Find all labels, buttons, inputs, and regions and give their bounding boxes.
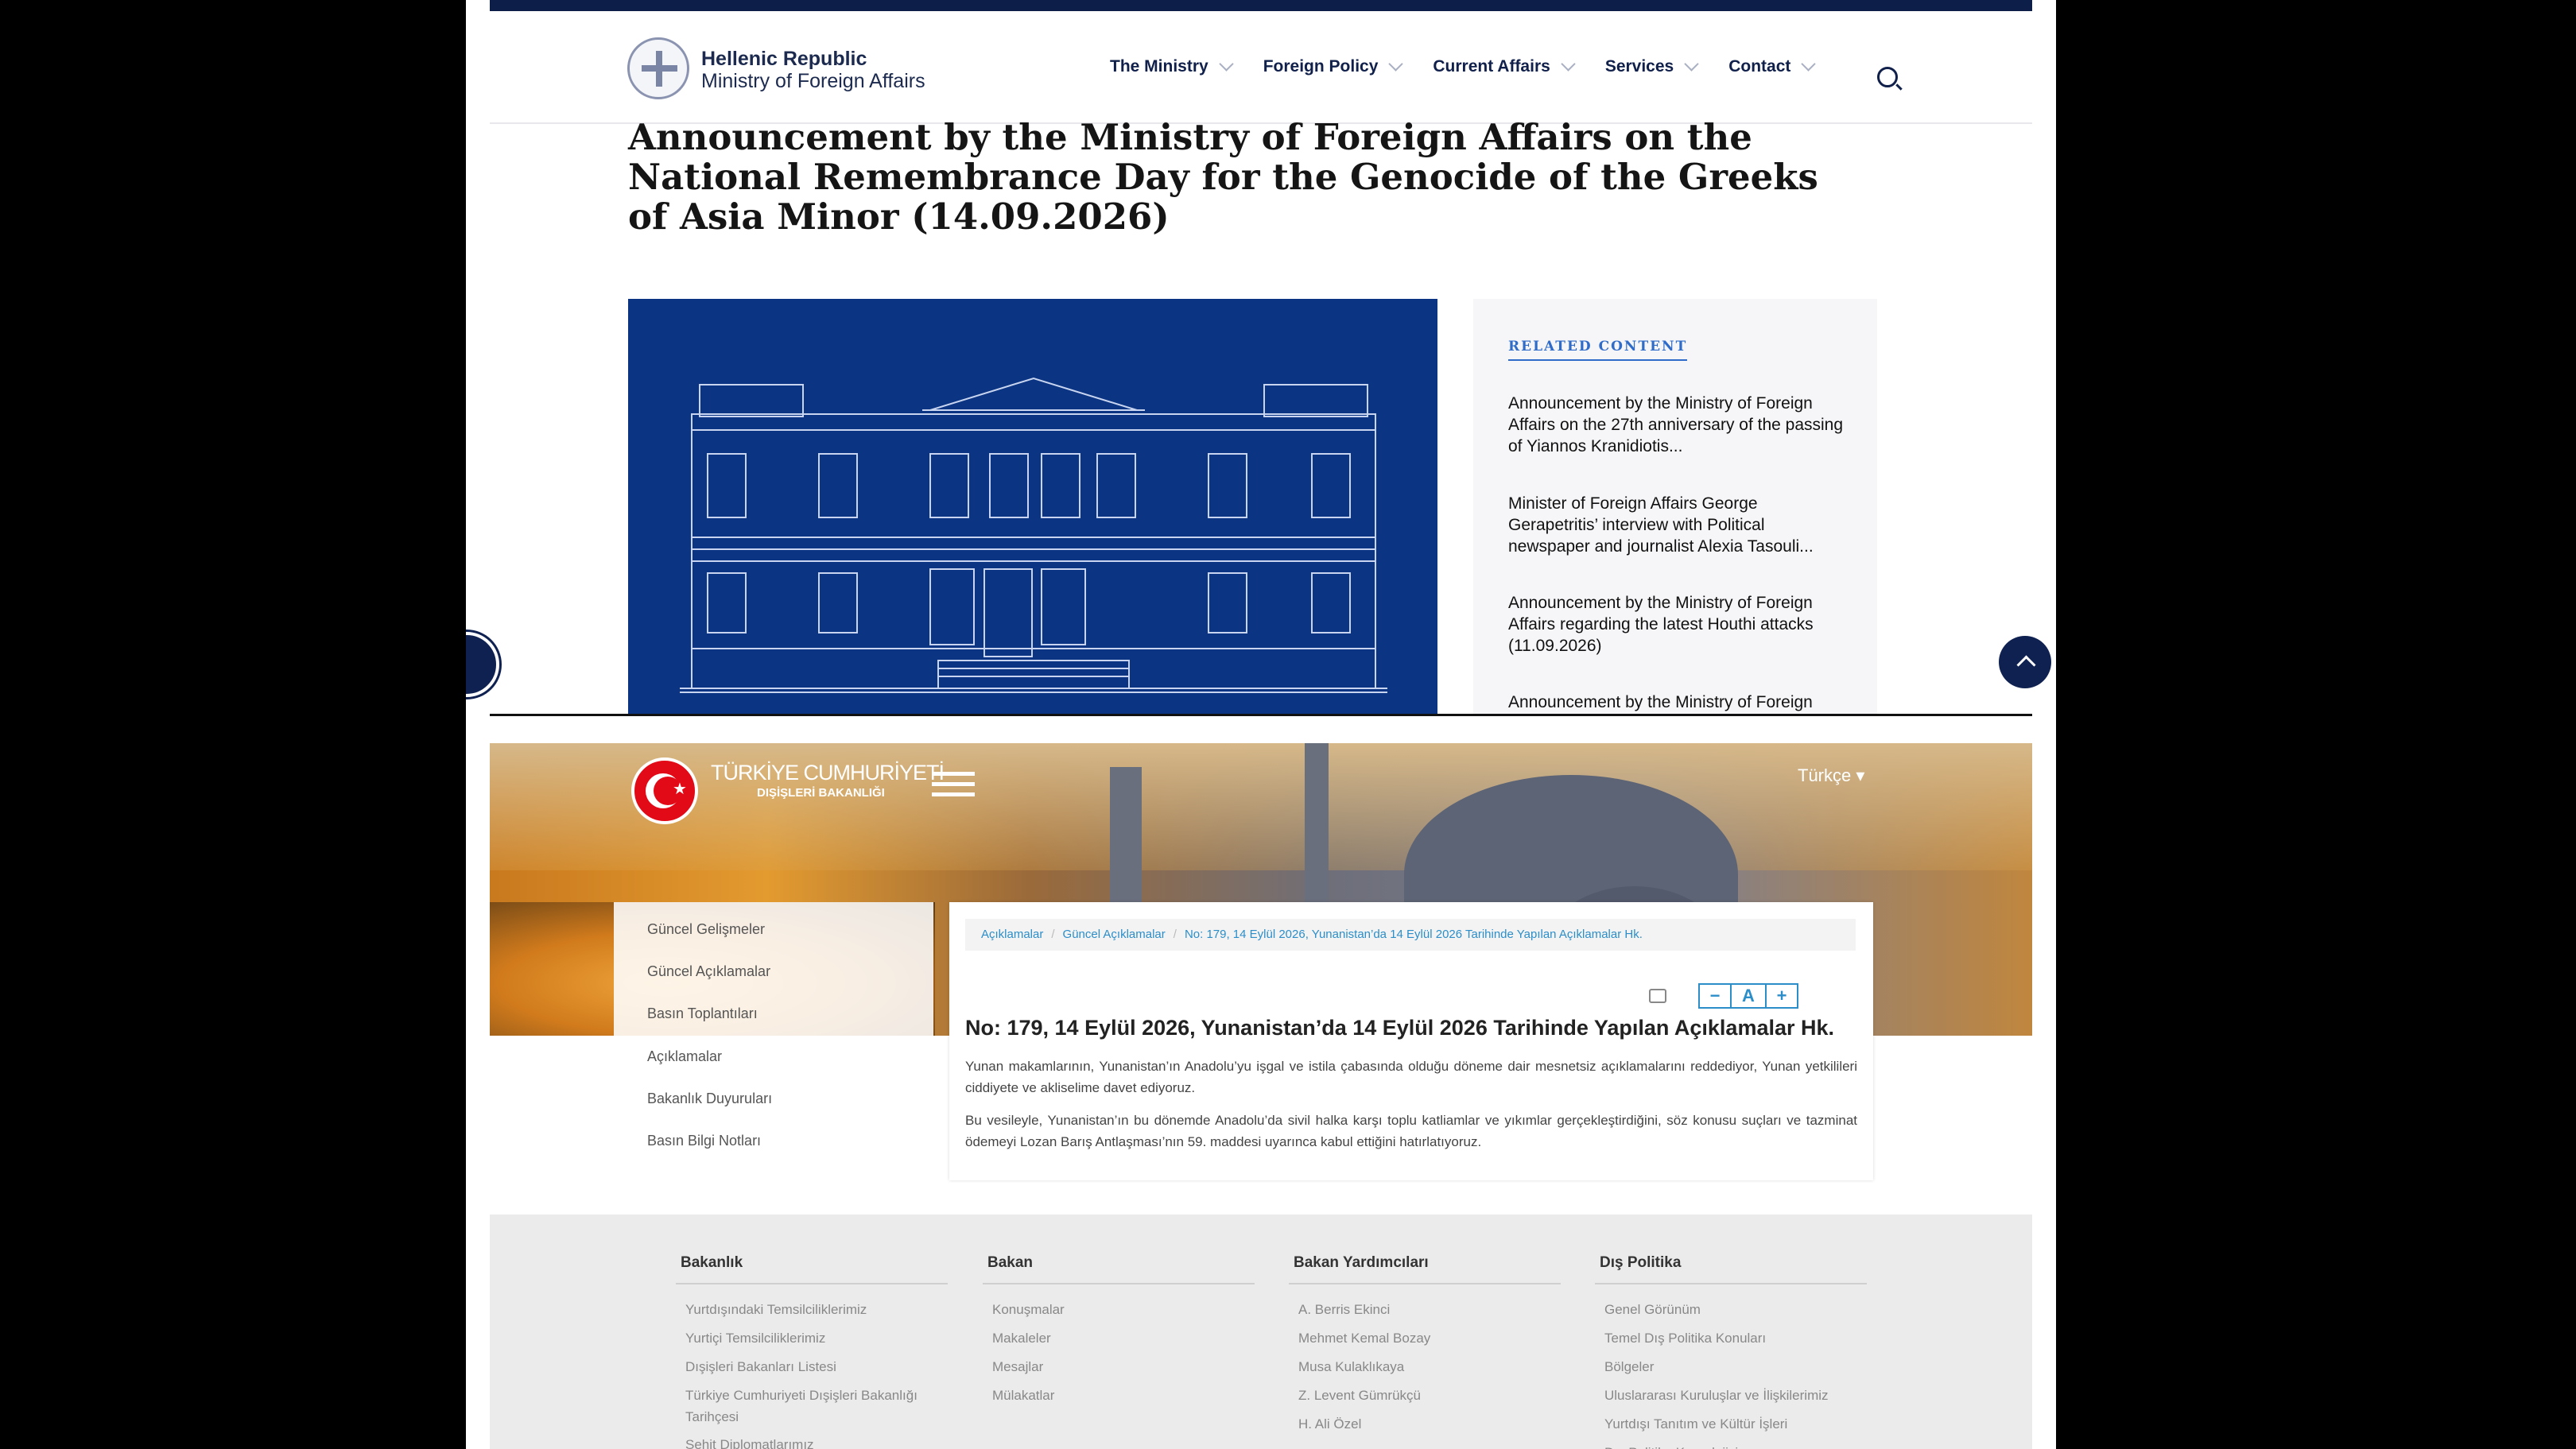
language-label: Türkçe <box>1798 765 1852 785</box>
nav-label: Foreign Policy <box>1263 57 1379 76</box>
scroll-to-top-button[interactable] <box>1999 636 2051 688</box>
sidebar-menu: Güncel Gelişmeler Güncel Açıklamalar Bas… <box>614 902 933 1164</box>
article-tools: − A + <box>1649 983 1798 1009</box>
footer-column: Bakan Konuşmalar Makaleler Mesajlar Müla… <box>983 1254 1255 1410</box>
footer-column: Bakanlık Yurtdışındaki Temsilciliklerimi… <box>676 1254 948 1449</box>
related-content-heading: RELATED CONTENT <box>1508 339 1688 361</box>
related-link[interactable]: Announcement by the Ministry of Foreign … <box>1508 393 1850 457</box>
sidebar-item[interactable]: Bakanlık Duyuruları <box>647 1091 772 1107</box>
greek-emblem-icon[interactable] <box>627 37 689 99</box>
article-paragraph: Bu vesileyle, Yunanistan’ın bu dönemde A… <box>965 1113 1857 1149</box>
footer-link[interactable]: Yurtiçi Temsilciliklerimiz <box>685 1324 938 1353</box>
font-decrease-button[interactable]: − <box>1698 983 1732 1009</box>
article-panel: Açıklamalar / Güncel Açıklamalar / No: 179, … <box>949 902 1873 1180</box>
chevron-down-icon <box>1561 56 1576 72</box>
nav-label: Contact <box>1728 57 1791 76</box>
footer-link[interactable]: Z. Levent Gümrükçü <box>1298 1381 1551 1410</box>
menu-icon[interactable] <box>932 772 975 800</box>
nav-label: The Ministry <box>1110 57 1208 76</box>
nav-item-the-ministry[interactable]: The Ministry <box>1110 56 1234 76</box>
footer-link[interactable]: Konuşmalar <box>992 1296 1245 1324</box>
footer-link[interactable]: Dış Politika Kronolojisi <box>1604 1439 1857 1449</box>
footer-column: Bakan Yardımcıları A. Berris Ekinci Mehm… <box>1289 1254 1561 1439</box>
language-selector[interactable]: Türkçe ▾ <box>1798 765 1864 786</box>
hero-image <box>628 299 1437 715</box>
site-footer: Bakanlık Yurtdışındaki Temsilciliklerimi… <box>490 1215 2032 1449</box>
main-navigation: The Ministry Foreign Policy Current Affa… <box>1110 56 1845 76</box>
footer-link[interactable]: A. Berris Ekinci <box>1298 1296 1551 1324</box>
footer-link[interactable]: Makaleler <box>992 1324 1245 1353</box>
top-accent-bar <box>490 0 2032 11</box>
footer-link[interactable]: Yurtdışındaki Temsilciliklerimiz <box>685 1296 938 1324</box>
caret-down-icon: ▾ <box>1856 765 1865 785</box>
nav-item-contact[interactable]: Contact <box>1728 56 1817 76</box>
print-icon[interactable] <box>1649 989 1666 1003</box>
breadcrumb-link[interactable]: Güncel Açıklamalar <box>1063 928 1166 941</box>
footer-link[interactable]: Musa Kulaklıkaya <box>1298 1353 1551 1381</box>
search-icon[interactable] <box>1877 67 1898 87</box>
footer-column: Dış Politika Genel Görünüm Temel Dış Pol… <box>1595 1254 1867 1449</box>
footer-heading: Bakan <box>983 1254 1255 1284</box>
sidebar-item[interactable]: Güncel Açıklamalar <box>647 963 770 980</box>
footer-heading: Bakanlık <box>676 1254 948 1284</box>
chevron-down-icon <box>1801 56 1817 72</box>
chevron-down-icon <box>1218 56 1234 72</box>
nav-label: Current Affairs <box>1433 57 1550 76</box>
footer-link[interactable]: Uluslararası Kuruluşlar ve İlişkilerimiz <box>1604 1381 1857 1410</box>
related-link[interactable]: Announcement by the Ministry of Foreign <box>1508 692 1850 713</box>
article-title: No: 179, 14 Eylül 2026, Yunanistan’da 14… <box>965 1016 1835 1040</box>
sidebar-item[interactable]: Açıklamalar <box>647 1048 722 1065</box>
turkey-emblem-icon[interactable]: ★ <box>631 757 698 824</box>
screenshot-frame: Hellenic Republic Ministry of Foreign Af… <box>466 0 2056 1449</box>
page-title: Announcement by the Ministry of Foreign … <box>628 116 1818 238</box>
footer-link[interactable]: H. Ali Özel <box>1298 1410 1551 1439</box>
chevron-down-icon <box>1388 56 1404 72</box>
nav-item-foreign-policy[interactable]: Foreign Policy <box>1263 56 1404 76</box>
ministry-building-drawing <box>680 377 1387 693</box>
breadcrumb-link[interactable]: Açıklamalar <box>981 928 1043 941</box>
brand-title[interactable]: TÜRKİYE CUMHURİYETİ <box>711 761 945 785</box>
sidebar-item[interactable]: Basın Toplantıları <box>647 1005 758 1022</box>
related-link[interactable]: Minister of Foreign Affairs George Gerap… <box>1508 493 1850 557</box>
sidebar-item[interactable]: Güncel Gelişmeler <box>647 921 765 938</box>
article-paragraph: Yunan makamlarının, Yunanistan’ın Anadol… <box>965 1059 1857 1095</box>
breadcrumb-current[interactable]: No: 179, 14 Eylül 2026, Yunanistan’da 14… <box>1185 928 1643 941</box>
footer-link[interactable]: Mülakatlar <box>992 1381 1245 1410</box>
site-header: Hellenic Republic Ministry of Foreign Af… <box>490 11 2032 124</box>
footer-link[interactable]: Bölgeler <box>1604 1353 1857 1381</box>
sidebar-item[interactable]: Basın Bilgi Notları <box>647 1133 761 1149</box>
footer-link[interactable]: Temel Dış Politika Konuları <box>1604 1324 1857 1353</box>
chevron-down-icon <box>1684 56 1699 72</box>
footer-link[interactable]: Yurtdışı Tanıtım ve Kültür İşleri <box>1604 1410 1857 1439</box>
logo-subtitle[interactable]: Ministry of Foreign Affairs <box>701 70 925 93</box>
footer-link[interactable]: Genel Görünüm <box>1604 1296 1857 1324</box>
footer-link[interactable]: Mehmet Kemal Bozay <box>1298 1324 1551 1353</box>
breadcrumb: Açıklamalar / Güncel Açıklamalar / No: 179, … <box>965 919 1856 951</box>
footer-heading: Bakan Yardımcıları <box>1289 1254 1561 1284</box>
section-divider <box>490 714 2032 716</box>
accessibility-button[interactable] <box>466 632 499 697</box>
footer-link[interactable]: Dışişleri Bakanları Listesi <box>685 1353 938 1381</box>
font-increase-button[interactable]: + <box>1765 983 1798 1009</box>
footer-link[interactable]: Türkiye Cumhuriyeti Dışişleri Bakanlığı … <box>685 1385 938 1428</box>
footer-heading: Dış Politika <box>1595 1254 1867 1284</box>
brand-subtitle[interactable]: DIŞİŞLERİ BAKANLIĞI <box>757 786 885 800</box>
related-content-panel: RELATED CONTENT Announcement by the Mini… <box>1473 299 1877 715</box>
nav-item-current-affairs[interactable]: Current Affairs <box>1433 56 1576 76</box>
logo-title[interactable]: Hellenic Republic <box>701 48 867 71</box>
related-link[interactable]: Announcement by the Ministry of Foreign … <box>1508 592 1850 657</box>
nav-label: Services <box>1604 57 1674 76</box>
nav-item-services[interactable]: Services <box>1604 56 1699 76</box>
font-reset-button[interactable]: A <box>1732 983 1765 1009</box>
footer-link[interactable]: Şehit Diplomatlarımız <box>685 1431 938 1449</box>
footer-link[interactable]: Mesajlar <box>992 1353 1245 1381</box>
